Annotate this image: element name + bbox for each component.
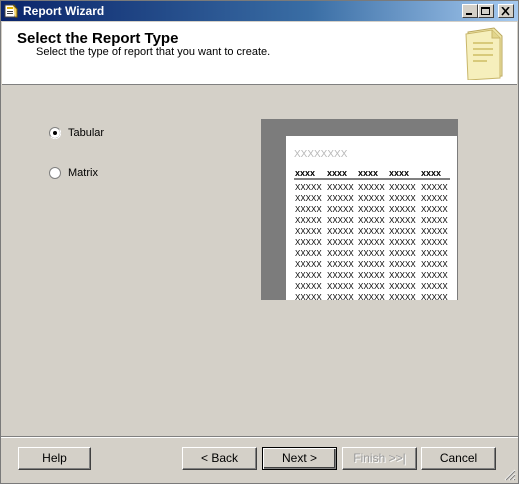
preview-cell: XXXXX [358, 216, 385, 225]
preview-cell: XXXXX [295, 249, 322, 258]
radio-checked-icon[interactable] [49, 127, 61, 139]
maximize-icon [481, 7, 490, 15]
preview-cell: XXXXX [295, 216, 322, 225]
preview-cell: XXXXX [295, 238, 322, 247]
finish-button: Finish >>| [342, 447, 417, 470]
preview-cell: XXXXX [358, 194, 385, 203]
preview-cell: XXXXX [389, 216, 416, 225]
preview-cell: XXXXX [358, 293, 385, 300]
preview-header-cell: xxxx [327, 168, 347, 178]
preview-cell: XXXXX [358, 260, 385, 269]
preview-cell: XXXXX [327, 227, 354, 236]
preview-paper: XXXXXXXX xxxx xxxx xxxx xxxx xxxx XXXXX XXXXX XX… [286, 136, 457, 300]
back-button[interactable]: < Back [182, 447, 257, 470]
preview-header-cell: xxxx [389, 168, 409, 178]
preview-cell: XXXXX [389, 227, 416, 236]
preview-caption: XXXXXXXX [294, 149, 348, 160]
preview-cell: XXXXX [295, 260, 322, 269]
wizard-header: Select the Report Type Select the type o… [2, 22, 517, 85]
preview-cell: XXXXX [389, 249, 416, 258]
preview-cell: XXXXX [327, 293, 354, 300]
preview-cell: XXXXX [389, 183, 416, 192]
preview-cell: XXXXX [358, 282, 385, 291]
window-title: Report Wizard [23, 4, 105, 18]
preview-cell: XXXXX [358, 238, 385, 247]
preview-cell: XXXXX [327, 183, 354, 192]
preview-cell: XXXXX [295, 293, 322, 300]
preview-cell: XXXXX [327, 216, 354, 225]
preview-cell: XXXXX [295, 205, 322, 214]
preview-cell: XXXXX [421, 271, 448, 280]
radio-unchecked-icon[interactable] [49, 167, 61, 179]
preview-cell: XXXXX [327, 249, 354, 258]
preview-cell: XXXXX [358, 271, 385, 280]
maximize-button[interactable] [478, 4, 494, 18]
preview-cell: XXXXX [295, 282, 322, 291]
cancel-button[interactable]: Cancel [421, 447, 496, 470]
preview-cell: XXXXX [389, 282, 416, 291]
preview-cell: XXXXX [421, 249, 448, 258]
preview-cell: XXXXX [421, 238, 448, 247]
preview-cell: XXXXX [421, 183, 448, 192]
preview-cell: XXXXX [358, 249, 385, 258]
report-preview: XXXXXXXX xxxx xxxx xxxx xxxx xxxx XXXXX XXXXX XX… [261, 119, 458, 300]
preview-cell: XXXXX [421, 227, 448, 236]
preview-cell: XXXXX [358, 227, 385, 236]
preview-cell: XXXXX [389, 260, 416, 269]
minimize-button[interactable] [462, 4, 478, 18]
preview-cell: XXXXX [421, 205, 448, 214]
preview-cell: XXXXX [421, 216, 448, 225]
preview-header-cell: xxxx [421, 168, 441, 178]
preview-cell: XXXXX [327, 271, 354, 280]
title-bar[interactable]: Report Wizard [1, 1, 518, 21]
report-wizard-window: Report Wizard Select the Report Type Sel… [0, 0, 519, 484]
preview-cell: XXXXX [327, 205, 354, 214]
preview-cell: XXXXX [389, 238, 416, 247]
preview-cell: XXXXX [358, 183, 385, 192]
preview-cell: XXXXX [327, 194, 354, 203]
preview-cell: XXXXX [327, 282, 354, 291]
button-separator [1, 436, 518, 438]
preview-cell: XXXXX [295, 194, 322, 203]
preview-cell: XXXXX [295, 183, 322, 192]
minimize-icon [466, 13, 472, 15]
next-button[interactable]: Next > [262, 447, 337, 470]
close-button[interactable] [498, 4, 514, 18]
preview-cell: XXXXX [421, 282, 448, 291]
close-icon [501, 7, 510, 16]
preview-cell: XXXXX [421, 260, 448, 269]
resize-grip-icon[interactable] [504, 469, 516, 481]
page-subtitle: Select the type of report that you want … [36, 46, 271, 58]
preview-cell: XXXXX [327, 260, 354, 269]
help-button[interactable]: Help [18, 447, 91, 470]
preview-cell: XXXXX [389, 271, 416, 280]
preview-cell: XXXXX [389, 194, 416, 203]
report-wizard-app-icon [4, 4, 18, 18]
preview-header-cell: xxxx [358, 168, 378, 178]
preview-cell: XXXXX [358, 205, 385, 214]
preview-cell: XXXXX [295, 271, 322, 280]
report-document-icon [465, 27, 503, 80]
preview-cell: XXXXX [327, 238, 354, 247]
preview-table: XXXXXXXX xxxx xxxx xxxx xxxx xxxx XXXXX XXXXX XX… [294, 149, 450, 300]
preview-cell: XXXXX [421, 293, 448, 300]
preview-cell: XXXXX [389, 205, 416, 214]
preview-header-cell: xxxx [295, 168, 315, 178]
option-tabular-label[interactable]: Tabular [68, 127, 104, 140]
preview-cell: XXXXX [389, 293, 416, 300]
preview-cell: XXXXX [295, 227, 322, 236]
option-matrix-label[interactable]: Matrix [68, 167, 98, 180]
preview-cell: XXXXX [421, 194, 448, 203]
